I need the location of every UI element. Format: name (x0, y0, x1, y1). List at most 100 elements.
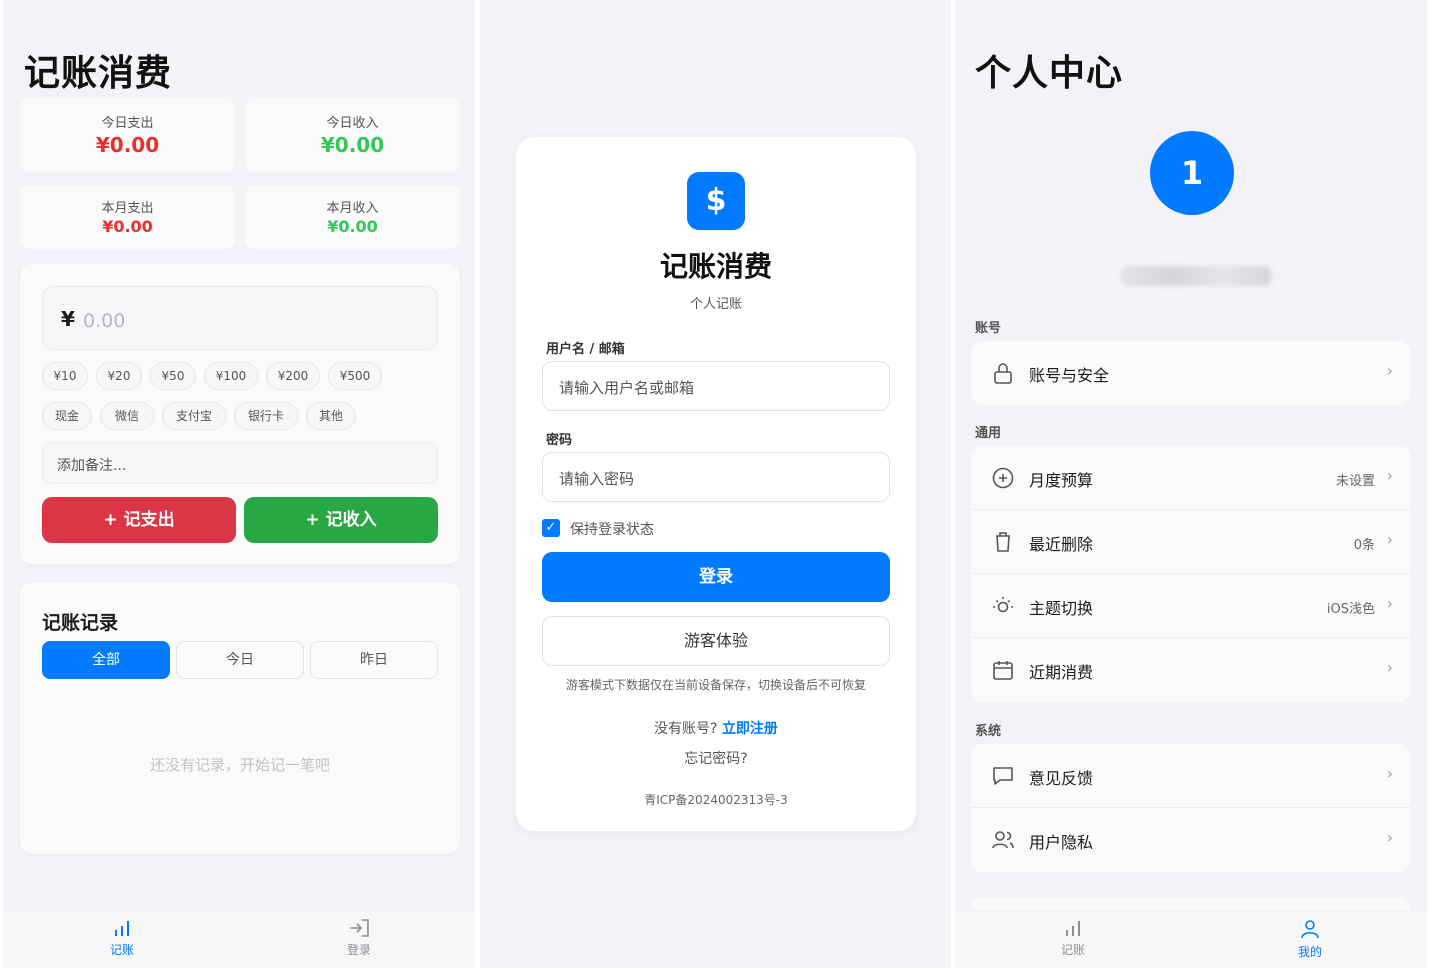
quick-amount-chip[interactable]: ¥200 (266, 362, 320, 390)
row-privacy[interactable]: 用户隐私 › (971, 808, 1411, 872)
chevron-right-icon: › (1386, 361, 1393, 380)
account-group: 账号与安全 › (971, 341, 1411, 405)
login-panel: $ 记账消费 个人记账 用户名 / 邮箱 请输入用户名或邮箱 密码 请输入密码 … (480, 0, 951, 968)
login-title: 记账消费 (659, 250, 772, 283)
login-subtitle: 个人记账 (689, 297, 742, 312)
plus-circle-icon (992, 467, 1014, 489)
forgot-password-link[interactable]: 忘记密码? (516, 748, 916, 768)
quick-amount-chip[interactable]: ¥10 (42, 362, 88, 390)
remember-checkbox[interactable]: ✓ (542, 519, 560, 537)
avatar[interactable]: 1 (1150, 131, 1234, 215)
tab-login[interactable]: 登录 (329, 919, 389, 958)
general-group: 月度预算 未设置 › 最近删除 0条 › 主题切换 iOS浅色 › 近期消费 › (971, 446, 1411, 702)
empty-state-text: 还没有记录，开始记一笔吧 (149, 756, 330, 774)
add-expense-button[interactable]: + 记支出 (42, 497, 236, 543)
memo-input[interactable]: 添加备注... (42, 442, 438, 484)
stat-label: 本月收入 (326, 201, 379, 216)
stat-value: ¥0.00 (95, 133, 160, 157)
tab-accounting[interactable]: 记账 (1043, 919, 1103, 958)
currency-symbol: ¥ (61, 307, 75, 331)
payment-method-chip[interactable]: 支付宝 (162, 402, 226, 430)
row-label: 月度预算 (1029, 471, 1094, 490)
blurred-username (1121, 266, 1271, 286)
row-monthly-budget[interactable]: 月度预算 未设置 › (971, 446, 1411, 510)
login-button[interactable]: 登录 (542, 552, 890, 602)
row-label: 用户隐私 (1029, 833, 1094, 852)
tab-accounting[interactable]: 记账 (92, 919, 152, 958)
chevron-right-icon: › (1386, 530, 1393, 549)
page-title: 记账消费 (24, 53, 173, 94)
payment-method-chip[interactable]: 现金 (42, 402, 92, 430)
stat-label: 今日支出 (101, 116, 154, 131)
row-label: 近期消费 (1029, 663, 1094, 682)
row-feedback[interactable]: 意见反馈 › (971, 744, 1411, 808)
quick-amount-chip[interactable]: ¥20 (96, 362, 142, 390)
records-title: 记账记录 (42, 612, 119, 634)
guest-button[interactable]: 游客体验 (542, 616, 890, 666)
today-expense-card: 今日支出 ¥0.00 (20, 98, 235, 172)
tab-label: 记账 (1060, 943, 1085, 957)
add-income-button[interactable]: + 记收入 (244, 497, 438, 543)
quick-amount-chip[interactable]: ¥100 (204, 362, 258, 390)
payment-method-chip[interactable]: 微信 (100, 402, 154, 430)
payment-method-chip[interactable]: 其他 (306, 402, 356, 430)
row-recently-deleted[interactable]: 最近删除 0条 › (971, 510, 1411, 574)
filter-yesterday[interactable]: 昨日 (310, 641, 438, 679)
users-icon (992, 831, 1014, 849)
amount-placeholder: 0.00 (83, 310, 126, 332)
row-recent-spending[interactable]: 近期消费 › (971, 638, 1411, 702)
icp-text[interactable]: 青ICP备2024002313号-3 (516, 791, 916, 808)
username-label: 用户名 / 邮箱 (546, 342, 625, 357)
system-group: 意见反馈 › 用户隐私 › (971, 744, 1411, 872)
amount-input[interactable]: ¥ 0.00 (42, 286, 438, 350)
row-theme-switch[interactable]: 主题切换 iOS浅色 › (971, 574, 1411, 638)
calendar-icon (993, 661, 1013, 680)
today-income-card: 今日收入 ¥0.00 (245, 98, 460, 172)
chevron-right-icon: › (1386, 466, 1393, 485)
profile-panel: 个人中心 1 账号 账号与安全 › 通用 月度预算 未设置 › 最近删除 0条 … (955, 0, 1427, 968)
row-value: 未设置 (1335, 474, 1375, 489)
section-label-general: 通用 (975, 426, 1002, 441)
payment-method-chip[interactable]: 银行卡 (234, 402, 298, 430)
accounting-panel: 记账消费 今日支出 ¥0.00 今日收入 ¥0.00 本月支出 ¥0.00 本月… (3, 0, 475, 968)
person-icon (1301, 920, 1319, 939)
chevron-right-icon: › (1386, 658, 1393, 677)
chevron-right-icon: › (1386, 594, 1393, 613)
no-account-text: 没有账号? (654, 721, 718, 737)
login-card: $ 记账消费 个人记账 用户名 / 邮箱 请输入用户名或邮箱 密码 请输入密码 … (516, 137, 916, 831)
bar-chart-icon (1066, 921, 1080, 936)
month-expense-card: 本月支出 ¥0.00 (20, 185, 235, 249)
entry-card: ¥ 0.00 ¥10 ¥20 ¥50 ¥100 ¥200 ¥500 现金 微信 … (20, 264, 460, 564)
filter-all[interactable]: 全部 (42, 641, 170, 679)
quick-amount-chip[interactable]: ¥50 (150, 362, 196, 390)
stat-value: ¥0.00 (320, 133, 385, 157)
tab-label: 我的 (1297, 945, 1322, 959)
filter-today[interactable]: 今日 (176, 641, 304, 679)
register-link[interactable]: 立即注册 (722, 721, 778, 737)
guest-note: 游客模式下数据仅在当前设备保存，切换设备后不可恢复 (565, 678, 866, 692)
quick-amount-chip[interactable]: ¥500 (328, 362, 382, 390)
chevron-right-icon: › (1386, 828, 1393, 847)
password-input[interactable]: 请输入密码 (542, 452, 890, 502)
tab-label: 登录 (346, 943, 371, 957)
section-label-account: 账号 (975, 321, 1002, 336)
chat-icon (993, 767, 1013, 785)
stat-label: 今日收入 (326, 116, 379, 131)
sun-icon (993, 597, 1013, 613)
tab-bar: 记账 我的 (955, 910, 1427, 968)
tab-me[interactable]: 我的 (1280, 919, 1340, 960)
tab-label: 记账 (109, 943, 134, 957)
login-arrow-icon (350, 919, 369, 937)
tab-bar: 记账 登录 (3, 910, 475, 968)
dollar-logo-icon: $ (687, 172, 745, 230)
lock-icon (994, 363, 1012, 384)
username-input[interactable]: 请输入用户名或邮箱 (542, 361, 890, 411)
row-account-security[interactable]: 账号与安全 › (971, 341, 1411, 405)
bar-chart-icon (115, 921, 129, 936)
remember-label: 保持登录状态 (570, 522, 654, 538)
trash-icon (996, 532, 1010, 552)
row-label: 账号与安全 (1029, 366, 1110, 385)
stat-value: ¥0.00 (327, 217, 378, 236)
register-line: 没有账号? 立即注册 (516, 718, 916, 738)
row-label: 最近删除 (1029, 535, 1094, 554)
